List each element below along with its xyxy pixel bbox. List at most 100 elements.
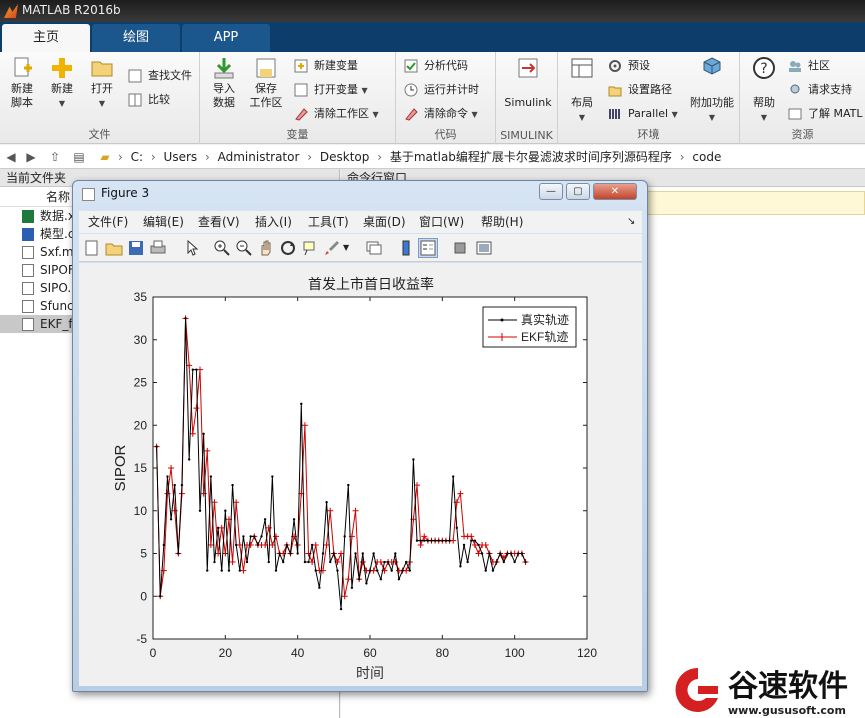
data-point-true bbox=[347, 483, 350, 487]
zoom-in-icon[interactable] bbox=[213, 239, 231, 257]
run-and-time-label: 运行并计时 bbox=[424, 83, 479, 96]
data-point-true bbox=[484, 569, 487, 572]
find-files-icon bbox=[128, 69, 142, 83]
crumb[interactable]: 基于matlab编程扩展卡尔曼滤波求时间序列源码程序 bbox=[390, 150, 672, 164]
hide-plot-tools-icon[interactable] bbox=[451, 239, 469, 257]
rotate-3d-icon[interactable] bbox=[279, 239, 297, 257]
crumb[interactable]: Desktop bbox=[320, 150, 370, 164]
save-workspace-icon bbox=[256, 58, 276, 78]
data-point-true bbox=[390, 569, 393, 572]
back-arrow-icon[interactable]: ◀ bbox=[2, 145, 20, 169]
help-label: 帮助 bbox=[753, 96, 775, 109]
community-button[interactable]: 社区 bbox=[788, 56, 830, 76]
browse-icon[interactable]: ▤ bbox=[70, 145, 88, 169]
menu-help[interactable]: 帮助(H) bbox=[481, 211, 523, 233]
new-figure-icon[interactable] bbox=[83, 239, 101, 257]
save-icon[interactable] bbox=[127, 239, 145, 257]
menu-dock-icon[interactable]: ↘ bbox=[627, 211, 635, 233]
clear-workspace-button[interactable]: 清除工作区 ▼ bbox=[294, 104, 379, 124]
set-path-label: 设置路径 bbox=[628, 83, 672, 96]
x-tick-label: 80 bbox=[436, 646, 450, 660]
preferences-button[interactable]: 预设 bbox=[608, 56, 650, 76]
analyze-code-button[interactable]: 分析代码 bbox=[404, 56, 468, 76]
data-point-true bbox=[491, 569, 495, 572]
help-button[interactable]: ? 帮助 ▼ bbox=[742, 56, 786, 125]
forward-arrow-icon[interactable]: ▶ bbox=[22, 145, 40, 169]
tab-apps[interactable]: APP bbox=[182, 24, 270, 52]
crumb[interactable]: Administrator bbox=[218, 150, 300, 164]
figure-window[interactable]: Figure 3 — ▢ ✕ 文件(F) 编辑(E) 查看(V) 插入(I) 工… bbox=[72, 180, 648, 692]
open-variable-icon bbox=[294, 83, 308, 97]
open-variable-button[interactable]: 打开变量 ▼ bbox=[294, 80, 368, 100]
brush-dropdown-icon[interactable]: ▼ bbox=[343, 239, 361, 257]
add-ons-icon bbox=[703, 57, 721, 75]
menu-window[interactable]: 窗口(W) bbox=[419, 211, 464, 233]
menu-view[interactable]: 查看(V) bbox=[198, 211, 240, 233]
community-label: 社区 bbox=[808, 59, 830, 72]
simulink-button[interactable]: Simulink bbox=[504, 56, 552, 110]
new-label: 新建 bbox=[51, 82, 73, 95]
compare-button[interactable]: 比较 bbox=[128, 90, 170, 110]
layout-button[interactable]: 布局 ▼ bbox=[560, 56, 604, 125]
y-tick-label: 0 bbox=[140, 589, 147, 603]
data-point-true bbox=[224, 509, 227, 512]
import-icon bbox=[214, 58, 234, 79]
data-point-true bbox=[169, 518, 173, 521]
learn-matlab-button[interactable]: 了解 MATL bbox=[788, 104, 863, 124]
menu-insert[interactable]: 插入(I) bbox=[255, 211, 292, 233]
show-plot-tools-icon[interactable] bbox=[475, 239, 493, 257]
find-files-button[interactable]: 查找文件 bbox=[128, 66, 192, 86]
group-environment: 布局 ▼ 预设 设置路径 Parallel ▼ 附加功能 ▼ 环境 bbox=[558, 52, 740, 144]
word-file-icon bbox=[22, 228, 34, 241]
maximize-button[interactable]: ▢ bbox=[566, 183, 590, 200]
menu-edit[interactable]: 编辑(E) bbox=[143, 211, 184, 233]
import-data-button[interactable]: 导入 数据 bbox=[202, 56, 246, 110]
legend[interactable]: 真实轨迹 EKF轨迹 bbox=[482, 306, 577, 348]
plot-area[interactable]: 首发上市首日收益率 0 20 40 60 80 100 120-50510152025303… bbox=[79, 263, 642, 686]
set-path-button[interactable]: 设置路径 bbox=[608, 80, 672, 100]
crumb[interactable]: C: bbox=[131, 150, 143, 164]
brush-icon[interactable] bbox=[323, 239, 341, 257]
edit-plot-arrow-icon[interactable] bbox=[183, 239, 201, 257]
data-point-true bbox=[462, 543, 466, 547]
add-ons-button[interactable]: 附加功能 ▼ bbox=[688, 56, 736, 125]
zoom-out-icon[interactable] bbox=[235, 239, 253, 257]
menu-tools[interactable]: 工具(T) bbox=[308, 211, 349, 233]
link-plot-icon[interactable] bbox=[365, 239, 383, 257]
crumb[interactable]: Users bbox=[164, 150, 198, 164]
new-script-button[interactable]: 新建 脚本 bbox=[0, 56, 44, 110]
clear-commands-button[interactable]: 清除命令 ▼ bbox=[404, 104, 478, 124]
file-name: EKF_f bbox=[40, 317, 73, 331]
print-icon[interactable] bbox=[149, 239, 167, 257]
open-file-icon[interactable] bbox=[105, 239, 123, 257]
save-workspace-button[interactable]: 保存 工作区 bbox=[244, 56, 288, 110]
run-and-time-button[interactable]: 运行并计时 bbox=[404, 80, 479, 100]
figure-canvas[interactable]: 首发上市首日收益率 0 20 40 60 80 100 120 -5 0 5 10 15 20 25 30 3… bbox=[79, 263, 642, 686]
open-button[interactable]: 打开 ▼ bbox=[80, 56, 124, 111]
up-folder-icon[interactable]: ⇧ bbox=[46, 145, 64, 169]
data-point-true bbox=[509, 552, 513, 555]
close-button[interactable]: ✕ bbox=[593, 183, 637, 200]
legend-icon[interactable] bbox=[418, 238, 438, 258]
data-point-true bbox=[325, 501, 328, 504]
data-point-true bbox=[177, 552, 180, 555]
request-support-button[interactable]: 请求支持 bbox=[788, 80, 852, 100]
data-point-true bbox=[238, 569, 241, 572]
data-point-true bbox=[426, 539, 430, 542]
title-bar: MATLAB R2016b bbox=[0, 0, 865, 22]
menu-desktop[interactable]: 桌面(D) bbox=[363, 211, 406, 233]
pan-hand-icon[interactable] bbox=[257, 239, 275, 257]
parallel-button[interactable]: Parallel ▼ bbox=[608, 104, 678, 124]
new-variable-button[interactable]: 新建变量 bbox=[294, 56, 358, 76]
data-cursor-icon[interactable] bbox=[301, 239, 319, 257]
tab-home[interactable]: 主页 bbox=[2, 24, 90, 52]
colorbar-icon[interactable] bbox=[397, 239, 415, 257]
menu-file[interactable]: 文件(F) bbox=[88, 211, 128, 233]
new-button[interactable]: 新建 ▼ bbox=[40, 56, 84, 111]
minimize-button[interactable]: — bbox=[539, 183, 563, 200]
group-variable-title: 变量 bbox=[286, 128, 309, 141]
layout-icon bbox=[571, 58, 593, 78]
tab-plots[interactable]: 绘图 bbox=[92, 24, 180, 52]
crumb[interactable]: code bbox=[692, 150, 721, 164]
figure-title: Figure 3 bbox=[101, 186, 150, 200]
